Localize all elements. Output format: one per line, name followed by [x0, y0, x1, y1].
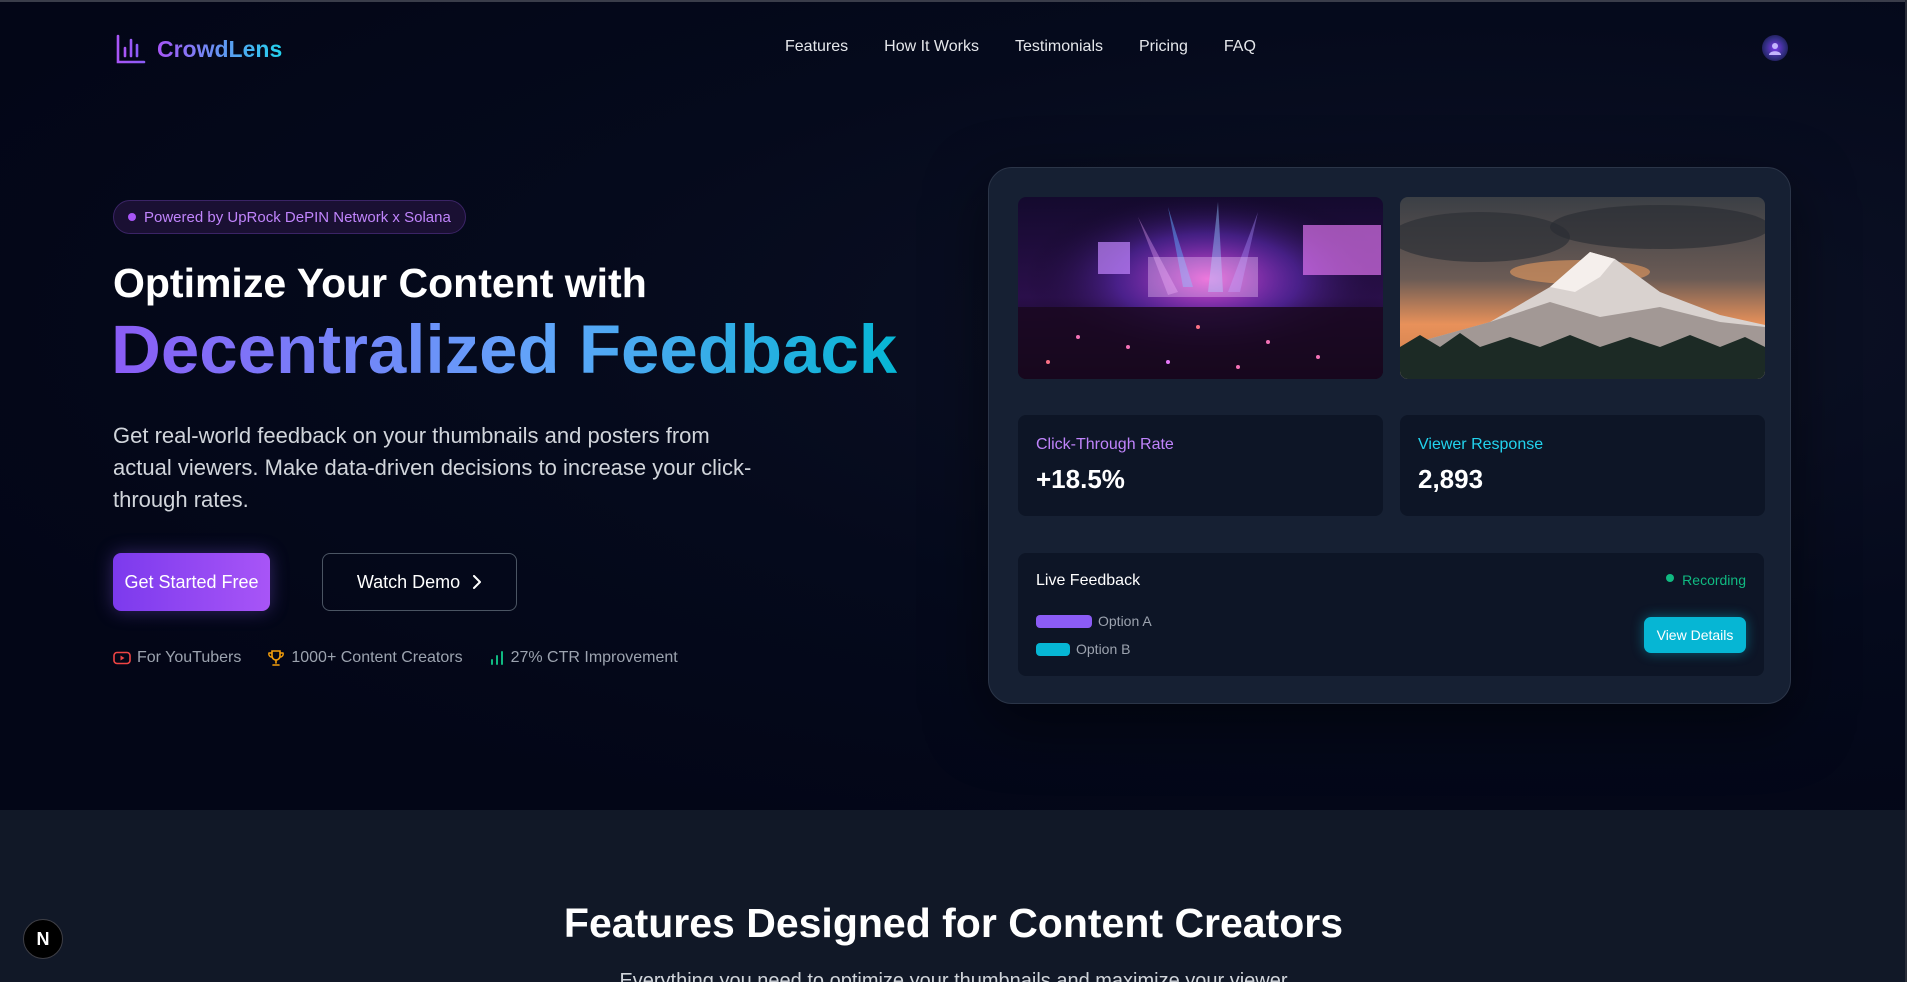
badge-text: Powered by UpRock DePIN Network x Solana	[144, 208, 451, 226]
live-feedback-panel: Live Feedback Recording Option A Option …	[1018, 553, 1764, 676]
hero-title-line2: Decentralized Feedback	[111, 311, 898, 388]
network-badge: Powered by UpRock DePIN Network x Solana	[113, 200, 466, 234]
view-details-button[interactable]: View Details	[1644, 617, 1746, 653]
hero-stats: For YouTubers 1000+ Content Creators 27%…	[113, 649, 678, 667]
bar-chart-icon	[116, 34, 146, 64]
preview-card: Click-Through Rate +18.5% Viewer Respons…	[988, 167, 1791, 704]
stat-ctr: 27% CTR Improvement	[489, 649, 678, 667]
hero-description: Get real-world feedback on your thumbnai…	[113, 423, 752, 512]
watch-demo-label: Watch Demo	[356, 571, 461, 592]
stat-creators: 1000+ Content Creators	[267, 649, 463, 667]
user-avatar[interactable]	[1762, 35, 1788, 61]
option-a: Option A	[1036, 613, 1152, 629]
stat-youtubers: For YouTubers	[113, 649, 241, 667]
brand-name: CrowdLens	[157, 35, 283, 62]
dev-tools-badge[interactable]: N	[23, 919, 63, 959]
nav-link-pricing[interactable]: Pricing	[1139, 38, 1188, 56]
trophy-icon	[268, 650, 285, 666]
features-title: Features Designed for Content Creators	[563, 900, 1344, 946]
nav-link-features[interactable]: Features	[785, 38, 848, 56]
option-label: Option B	[1076, 641, 1131, 657]
main-nav: Features How It Works Testimonials Prici…	[785, 38, 1256, 56]
recording-status: Recording	[1666, 572, 1746, 588]
option-label: Option A	[1098, 613, 1152, 629]
metric-value: +18.5%	[1036, 464, 1125, 494]
features-section: Features Designed for Content Creators E…	[0, 810, 1907, 982]
stat-label: For YouTubers	[137, 649, 242, 666]
nav-link-testimonials[interactable]: Testimonials	[1015, 38, 1103, 56]
option-a-bar	[1036, 614, 1092, 628]
brand-logo[interactable]: CrowdLens	[115, 33, 282, 65]
ctr-metric: Click-Through Rate +18.5%	[1018, 415, 1383, 516]
user-icon	[1769, 43, 1781, 55]
mountain-image	[1400, 197, 1765, 379]
stat-label: 1000+ Content Creators	[291, 649, 463, 666]
stat-label: 27% CTR Improvement	[510, 649, 678, 666]
hero-title-line1: Optimize Your Content with	[113, 260, 647, 306]
metric-label: Click-Through Rate	[1036, 436, 1174, 453]
option-b: Option B	[1036, 641, 1130, 657]
bar-chart-icon	[490, 651, 503, 665]
nav-link-faq[interactable]: FAQ	[1224, 38, 1256, 56]
concert-image	[1018, 197, 1383, 379]
hero-section: CrowdLens Features How It Works Testimon…	[0, 2, 1907, 810]
features-subtitle: Everything you need to optimize your thu…	[619, 970, 1288, 982]
get-started-button[interactable]: Get Started Free	[113, 553, 270, 611]
nav-link-how-it-works[interactable]: How It Works	[884, 38, 979, 56]
badge-dot-icon	[128, 213, 136, 221]
chevron-right-icon	[473, 575, 482, 589]
viewer-response-metric: Viewer Response 2,893	[1400, 415, 1765, 516]
watch-demo-button[interactable]: Watch Demo	[322, 553, 517, 611]
metric-label: Viewer Response	[1418, 436, 1544, 453]
live-feedback-title: Live Feedback	[1036, 572, 1141, 589]
recording-dot-icon	[1666, 574, 1675, 582]
metric-value: 2,893	[1418, 464, 1484, 494]
mountain-thumbnail[interactable]	[1400, 197, 1765, 379]
recording-label: Recording	[1682, 572, 1746, 588]
option-b-bar	[1036, 642, 1070, 656]
youtube-icon	[113, 651, 131, 665]
concert-thumbnail[interactable]	[1018, 197, 1383, 379]
